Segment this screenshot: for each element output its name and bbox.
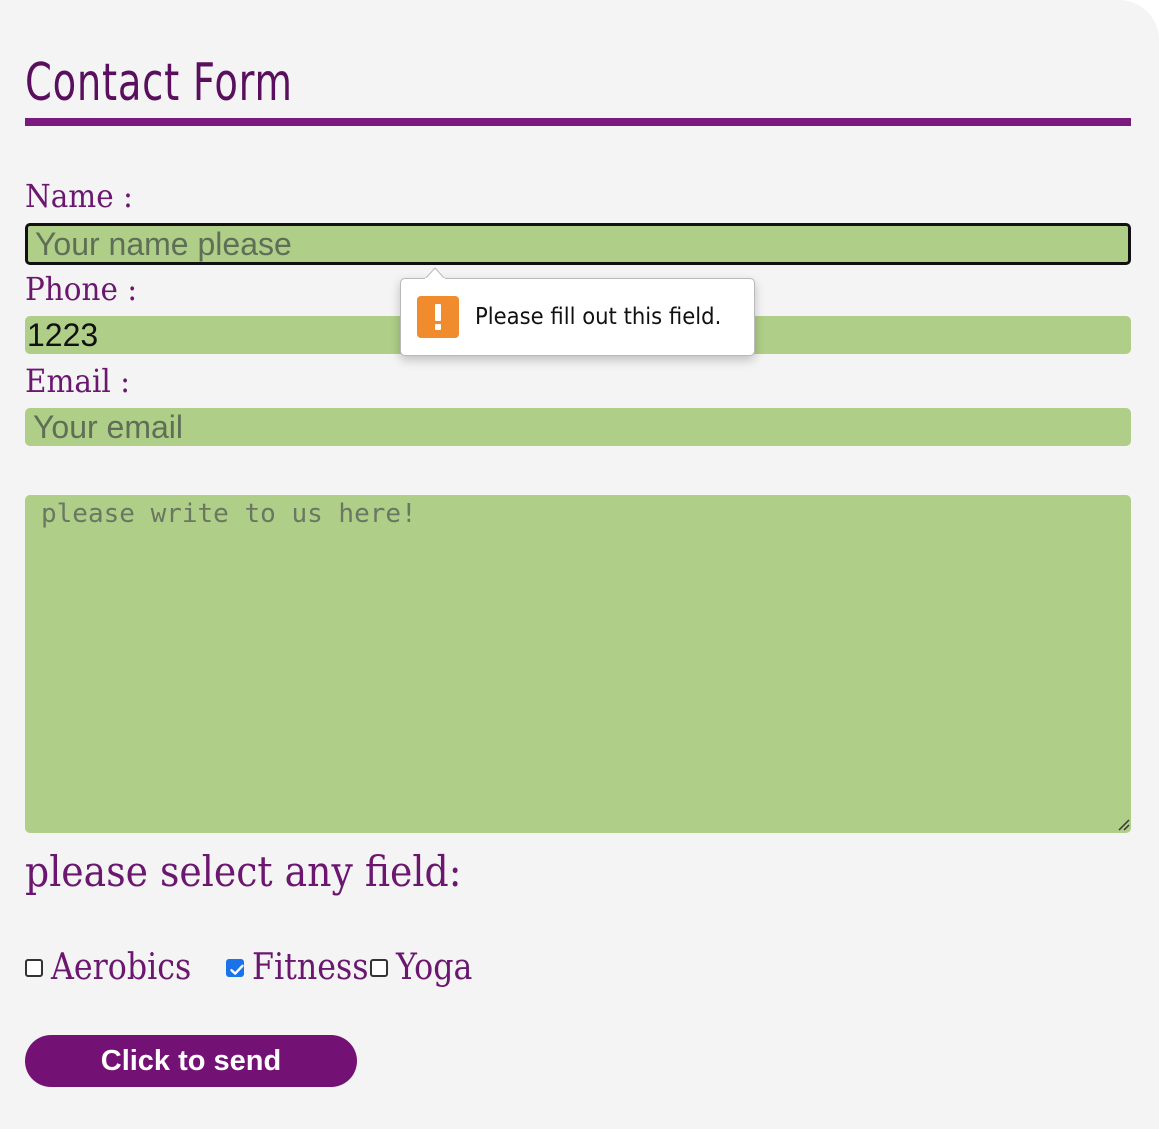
fitness-label: Fitness [252, 947, 369, 988]
select-field-label: please select any field: [25, 847, 462, 896]
title-divider [25, 118, 1131, 126]
validation-tooltip: Please fill out this field. [400, 267, 755, 356]
aerobics-label: Aerobics [51, 947, 192, 988]
name-label: Name : [25, 177, 133, 215]
phone-label: Phone : [25, 270, 138, 308]
email-input[interactable] [25, 408, 1131, 446]
message-textarea[interactable] [25, 495, 1131, 833]
tooltip-arrow-icon [425, 267, 445, 279]
validation-message: Please fill out this field. [475, 304, 722, 330]
page-title: Contact Form [25, 53, 293, 113]
contact-form-card: Contact Form Name : Phone : Email : plea… [0, 0, 1159, 1129]
name-input[interactable] [25, 223, 1131, 265]
send-button[interactable]: Click to send [25, 1035, 357, 1087]
activity-options: Aerobics Fitness Yoga [25, 946, 493, 990]
yoga-label: Yoga [396, 947, 473, 988]
aerobics-checkbox[interactable] [25, 959, 43, 977]
email-label: Email : [25, 362, 131, 400]
yoga-checkbox[interactable] [370, 959, 388, 977]
checkmark-icon [230, 964, 244, 975]
resize-handle-icon[interactable] [1116, 817, 1130, 831]
fitness-checkbox[interactable] [226, 959, 244, 977]
warning-icon [417, 296, 459, 338]
